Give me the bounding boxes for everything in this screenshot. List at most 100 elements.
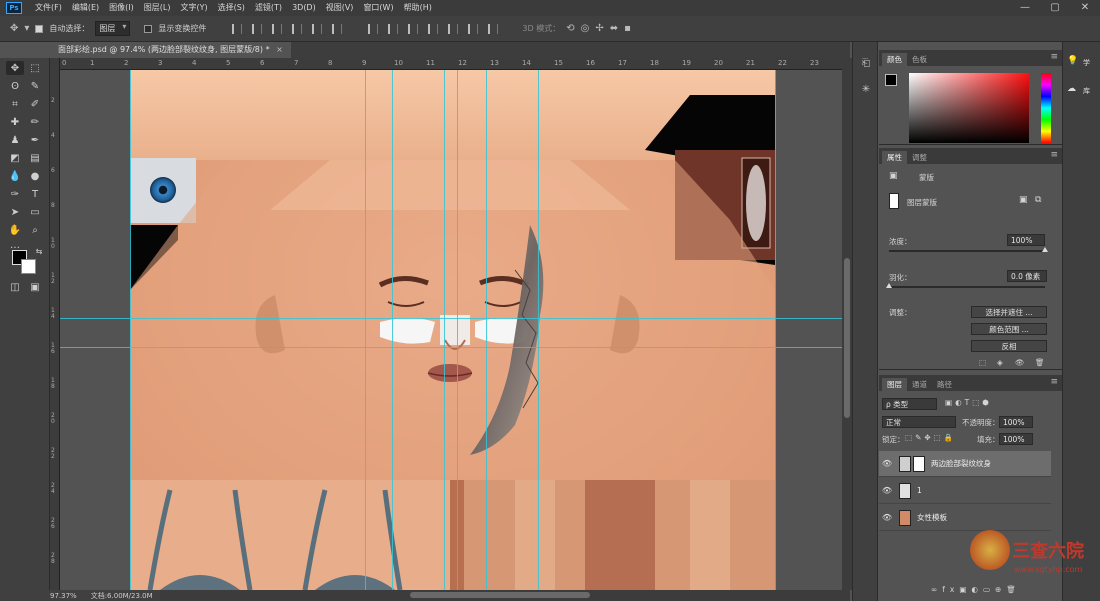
invert-button[interactable]: 反相	[971, 340, 1047, 352]
layer-name[interactable]: 两边脸部裂纹纹身	[931, 458, 991, 469]
auto-select-checkbox[interactable]	[35, 24, 44, 33]
layer-thumbnail[interactable]	[899, 455, 911, 472]
color-range-button[interactable]: 颜色范围 ...	[971, 323, 1047, 335]
libraries-label[interactable]: 库	[1083, 86, 1090, 96]
apply-mask-icon[interactable]: ◈	[997, 358, 1003, 367]
rectangle-tool-icon[interactable]: ▭	[26, 205, 44, 219]
select-and-mask-button[interactable]: 选择并遮住 ...	[971, 306, 1047, 318]
layer-name[interactable]: 女性模板	[917, 512, 947, 523]
brush-tool-icon[interactable]: ✏	[26, 115, 44, 129]
select-pixel-mask-icon[interactable]: ▣	[1019, 195, 1028, 205]
guide-line-horizontal[interactable]	[60, 347, 842, 348]
history-brush-tool-icon[interactable]: ✒	[26, 133, 44, 147]
distribute-top-icon[interactable]	[368, 23, 379, 34]
vertical-scrollbar[interactable]	[842, 58, 852, 590]
align-bottom-icon[interactable]	[272, 23, 283, 34]
menu-view[interactable]: 视图(V)	[321, 0, 359, 16]
layer-filter-icons[interactable]: ▣◐T⬚⬢	[945, 398, 992, 407]
panel-menu-icon[interactable]: ≡	[1050, 377, 1058, 387]
eyedropper-tool-icon[interactable]: ✐	[26, 97, 44, 111]
3d-scale-icon[interactable]: ▪	[624, 23, 631, 34]
minimize-button[interactable]: —	[1010, 0, 1040, 16]
menu-image[interactable]: 图像(I)	[104, 0, 139, 16]
guide-line-vertical[interactable]	[365, 70, 366, 590]
close-window-button[interactable]: ✕	[1070, 0, 1100, 16]
feather-slider[interactable]	[889, 286, 1045, 288]
layer-name[interactable]: 1	[917, 486, 922, 495]
clone-stamp-tool-icon[interactable]: ♟	[6, 133, 24, 147]
move-tool-icon[interactable]: ✥	[10, 23, 18, 34]
screen-mode-icon[interactable]: ▣	[26, 280, 44, 294]
3d-roll-icon[interactable]: ◎	[581, 23, 590, 34]
menu-edit[interactable]: 编辑(E)	[67, 0, 104, 16]
quick-mask-icon[interactable]: ◫	[6, 280, 24, 294]
load-selection-icon[interactable]: ⬚	[979, 358, 986, 367]
zoom-level[interactable]: 97.37%	[50, 592, 77, 600]
maximize-button[interactable]: ▢	[1040, 0, 1070, 16]
tab-layers[interactable]: 图层	[882, 378, 907, 391]
gradient-tool-icon[interactable]: ▤	[26, 151, 44, 165]
auto-align-icon[interactable]	[488, 23, 499, 34]
menu-select[interactable]: 选择(S)	[213, 0, 250, 16]
density-field[interactable]: 100%	[1007, 234, 1045, 246]
align-top-icon[interactable]	[232, 23, 243, 34]
healing-brush-tool-icon[interactable]: ✚	[6, 115, 24, 129]
hue-slider[interactable]	[1041, 73, 1051, 143]
3d-pan-icon[interactable]: ✢	[595, 23, 603, 34]
hand-tool-icon[interactable]: ✋	[6, 223, 24, 237]
background-color-swatch[interactable]	[21, 259, 36, 274]
opacity-field[interactable]: 100%	[999, 416, 1033, 428]
document-canvas[interactable]	[130, 70, 775, 590]
delete-mask-icon[interactable]: 🗑	[1035, 358, 1045, 367]
libraries-icon[interactable]: ☁	[1067, 84, 1076, 94]
align-hcenter-icon[interactable]	[312, 23, 323, 34]
distribute-vcenter-icon[interactable]	[388, 23, 399, 34]
vertical-scroll-thumb[interactable]	[844, 258, 850, 418]
menu-3d[interactable]: 3D(D)	[287, 0, 321, 16]
zoom-tool-icon[interactable]: ⌕	[26, 223, 44, 237]
visibility-eye-icon[interactable]: 👁	[879, 486, 895, 495]
feather-slider-knob[interactable]	[886, 283, 892, 288]
color-panel-foreground-swatch[interactable]	[885, 74, 897, 86]
vector-mask-icon[interactable]: ⧉	[1035, 195, 1041, 205]
swap-colors-icon[interactable]: ⇆	[30, 244, 48, 258]
marquee-tool-icon[interactable]: ⬚	[26, 61, 44, 75]
visibility-eye-icon[interactable]: 👁	[879, 513, 895, 522]
align-left-icon[interactable]	[292, 23, 303, 34]
menu-window[interactable]: 窗口(W)	[358, 0, 398, 16]
document-info[interactable]: 文档:6.00M/23.0M	[91, 591, 153, 601]
eraser-tool-icon[interactable]: ◩	[6, 151, 24, 165]
blend-mode-select[interactable]: 正常	[882, 416, 956, 428]
adjust-panel-icon[interactable]: ✳	[859, 84, 873, 98]
learn-label[interactable]: 学	[1083, 58, 1090, 68]
align-right-icon[interactable]	[332, 23, 343, 34]
visibility-eye-icon[interactable]: 👁	[879, 459, 895, 468]
show-transform-checkbox[interactable]	[144, 24, 153, 33]
panel-menu-icon[interactable]: ≡	[1050, 52, 1058, 62]
menu-filter[interactable]: 滤镜(T)	[250, 0, 287, 16]
guide-line-vertical[interactable]	[130, 70, 131, 590]
canvas-area[interactable]	[60, 70, 842, 590]
3d-slide-icon[interactable]: ⬌	[610, 23, 618, 34]
pixel-mask-icon[interactable]: ▣	[889, 171, 898, 181]
layer-filter-select[interactable]: ρ 类型	[882, 398, 937, 410]
menu-type[interactable]: 文字(Y)	[175, 0, 212, 16]
auto-select-target-select[interactable]: 图层	[95, 21, 131, 36]
distribute-bottom-icon[interactable]	[408, 23, 419, 34]
panel-menu-icon[interactable]: ≡	[1050, 150, 1058, 160]
close-tab-icon[interactable]: ×	[276, 45, 283, 54]
tab-paths[interactable]: 路径	[932, 378, 957, 391]
guide-line-vertical[interactable]	[444, 70, 445, 590]
dodge-tool-icon[interactable]: ●	[26, 169, 44, 183]
feather-field[interactable]: 0.0 像素	[1007, 270, 1047, 282]
density-slider[interactable]	[889, 250, 1045, 252]
3d-rotate-icon[interactable]: ⟲	[566, 23, 574, 34]
tab-properties[interactable]: 属性	[882, 151, 907, 164]
document-tab[interactable]: 面部彩绘.psd @ 97.4% (两边脸部裂纹纹身, 图层蒙版/8) * ×	[50, 42, 291, 58]
align-vcenter-icon[interactable]	[252, 23, 263, 34]
menu-layer[interactable]: 图层(L)	[139, 0, 176, 16]
tab-swatches[interactable]: 色板	[907, 53, 932, 66]
guide-line-vertical[interactable]	[538, 70, 539, 590]
crop-tool-icon[interactable]: ⌗	[6, 97, 24, 111]
move-tool-icon[interactable]: ✥	[6, 61, 24, 75]
